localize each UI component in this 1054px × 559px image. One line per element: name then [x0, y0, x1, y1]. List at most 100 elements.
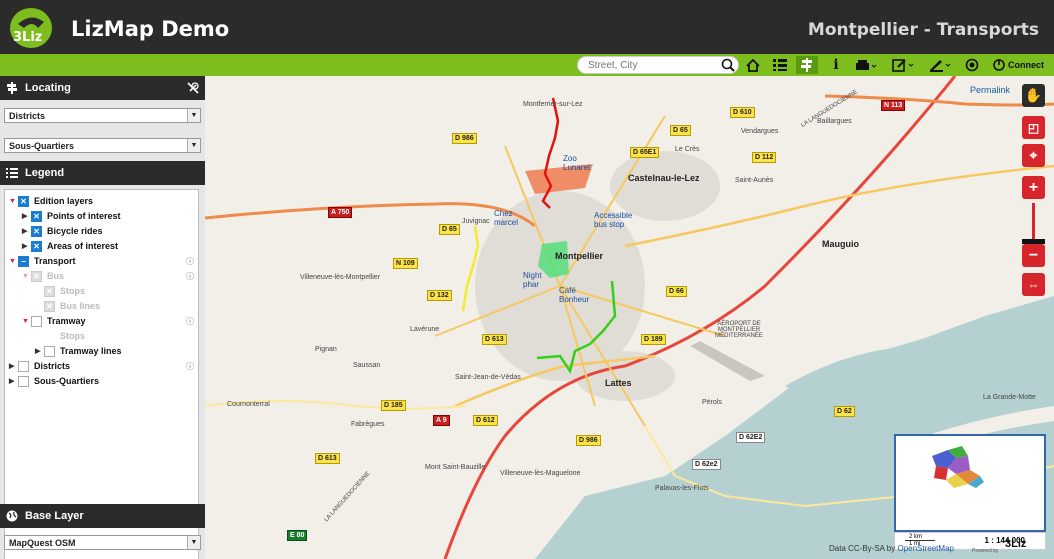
layer-bicycle-rides[interactable]: ▶ ✕ Bicycle rides	[22, 224, 103, 238]
checkbox-edition-layers[interactable]: ✕	[18, 195, 29, 207]
checkbox-transport[interactable]: −	[18, 255, 29, 267]
poi-bus-stop[interactable]: Accessible bus stop	[594, 211, 636, 229]
zoom-in-button[interactable]: +	[1022, 176, 1045, 199]
legend-title: Legend	[25, 167, 65, 179]
zoom-extent-button[interactable]: ⌖	[1022, 144, 1045, 167]
zoom-out-button[interactable]: −	[1022, 244, 1045, 267]
checkbox-tramway[interactable]	[31, 315, 42, 327]
poi-zoo[interactable]: Zoo Lunaret	[563, 154, 593, 172]
previous-next-button[interactable]: ⇔	[1022, 273, 1045, 296]
info-button[interactable]: i	[825, 56, 847, 74]
layer-tramway-lines[interactable]: ▶ Tramway lines	[35, 344, 122, 358]
header-bar: 3Liz LizMap Demo Montpellier - Transport…	[0, 0, 1054, 56]
road-badge: D 613	[315, 453, 340, 464]
permalink-link[interactable]: Permalink	[970, 85, 1010, 95]
place-montpellier: Montpellier	[555, 251, 604, 261]
search-input[interactable]	[588, 58, 718, 73]
home-button[interactable]	[742, 56, 764, 74]
layers-button[interactable]	[769, 56, 791, 74]
info-icon[interactable]: ⓘ	[186, 271, 194, 282]
baselayer-select[interactable]: MapQuest OSM ▼	[4, 535, 201, 550]
place-villeneuve-mtp: Villeneuve-lès-Montpellier	[300, 274, 381, 281]
layer-areas-of-interest[interactable]: ▶ ✕ Areas of interest	[22, 239, 118, 253]
zoom-box-button[interactable]: ◰	[1022, 116, 1045, 139]
checkbox-bicycle-rides[interactable]: ✕	[31, 225, 42, 237]
expand-icon[interactable]: ▶	[22, 227, 31, 235]
layer-points-of-interest[interactable]: ▶ ✕ Points of interest	[22, 209, 121, 223]
place-montferrier: Montferrier-sur-Lez	[523, 101, 583, 108]
baselayer-header[interactable]: Base Layer	[0, 504, 205, 528]
clear-location-icon[interactable]	[186, 81, 200, 95]
layer-bus[interactable]: ▼ ✕ Bus	[22, 269, 64, 283]
poi-cafe[interactable]: Café Bonheur	[559, 286, 595, 304]
pan-button[interactable]: ✋	[1022, 84, 1045, 107]
expand-icon[interactable]: ▶	[22, 242, 31, 250]
geolocation-button[interactable]	[961, 56, 983, 74]
plus-icon: +	[1028, 178, 1039, 196]
connect-button[interactable]: Connect	[993, 57, 1044, 73]
info-icon[interactable]: ⓘ	[186, 256, 194, 267]
place-vendargues: Vendargues	[741, 128, 779, 135]
checkbox-districts[interactable]	[18, 360, 29, 372]
layer-label: Sous-Quartiers	[34, 376, 100, 386]
layer-bus-stops[interactable]: ✕ Stops	[44, 284, 85, 298]
layer-sous-quartiers[interactable]: ▶ Sous-Quartiers	[9, 374, 99, 388]
locating-header[interactable]: Locating	[0, 76, 205, 100]
zoom-slider-track[interactable]	[1032, 203, 1035, 243]
road-badge: D 986	[576, 435, 601, 446]
place-cournonterral: Cournonterral	[227, 401, 270, 408]
checkbox-bus-lines[interactable]: ✕	[44, 300, 55, 312]
checkbox-tramway-lines[interactable]	[44, 345, 55, 357]
expand-icon[interactable]: ▶	[35, 347, 44, 355]
layer-tramway[interactable]: ▼ Tramway	[22, 314, 86, 328]
edit-button[interactable]	[889, 56, 917, 74]
layer-transport[interactable]: ▼ − Transport	[9, 254, 76, 268]
road-badge: D 610	[730, 107, 755, 118]
checkbox-sous-quartiers[interactable]	[18, 375, 29, 387]
districts-select[interactable]: Districts ▼	[4, 108, 201, 123]
expand-icon[interactable]: ▶	[9, 377, 18, 385]
collapse-icon[interactable]: ▼	[9, 258, 18, 265]
project-title: Montpellier - Transports	[807, 20, 1039, 40]
checkbox-points-of-interest[interactable]: ✕	[31, 210, 42, 222]
layer-label: Points of interest	[47, 211, 121, 221]
checkbox-bus-stops[interactable]: ✕	[44, 285, 55, 297]
print-icon	[856, 59, 877, 70]
poi-night[interactable]: Night phar	[523, 271, 545, 289]
legend-header[interactable]: Legend	[0, 161, 205, 185]
layer-label: Tramway lines	[60, 346, 122, 356]
poi-chez-marcel[interactable]: Chez marcel	[494, 209, 526, 227]
edit-icon	[892, 59, 914, 72]
layer-label: Bus	[47, 271, 65, 281]
layer-label: Stops	[60, 331, 86, 341]
expand-icon[interactable]: ▶	[22, 212, 31, 220]
map-canvas[interactable]: Castelnau-le-Lez Montpellier Mauguio Lat…	[205, 76, 1054, 559]
sous-quartiers-select[interactable]: Sous-Quartiers ▼	[4, 138, 201, 153]
place-baillargues: Baillargues	[817, 118, 852, 125]
overview-map[interactable]	[894, 434, 1046, 532]
checkbox-bus[interactable]: ✕	[31, 270, 42, 282]
print-button[interactable]	[852, 56, 880, 74]
layer-tram-stops[interactable]: Stops	[60, 329, 85, 343]
place-grande-motte: La Grande-Motte	[983, 394, 1036, 401]
layer-edition-layers[interactable]: ▼ ✕ Edition layers	[9, 194, 93, 208]
search-icon[interactable]	[721, 58, 735, 72]
expand-icon[interactable]: ▶	[9, 362, 18, 370]
layer-bus-lines[interactable]: ✕ Bus lines	[44, 299, 100, 313]
collapse-icon[interactable]: ▼	[22, 318, 31, 325]
overview-districts	[932, 446, 984, 488]
collapse-icon[interactable]: ▼	[9, 198, 18, 205]
collapse-icon[interactable]: ▼	[22, 273, 31, 280]
info-icon[interactable]: ⓘ	[186, 361, 194, 372]
place-laverune: Lavérune	[410, 326, 440, 333]
left-panel: Locating Districts ▼ Sous-Quartiers ▼ Le…	[0, 76, 205, 559]
layer-districts[interactable]: ▶ Districts	[9, 359, 70, 373]
osm-link[interactable]: OpenStreetMap	[897, 544, 953, 553]
road-badge: D 612	[473, 415, 498, 426]
draw-button[interactable]	[926, 56, 954, 74]
road-badge: D 62e2	[692, 459, 721, 470]
checkbox-areas-of-interest[interactable]: ✕	[31, 240, 42, 252]
locate-button[interactable]	[796, 56, 818, 74]
info-icon[interactable]: ⓘ	[186, 316, 194, 327]
place-palavas: Palavas-les-Flots	[655, 485, 709, 492]
